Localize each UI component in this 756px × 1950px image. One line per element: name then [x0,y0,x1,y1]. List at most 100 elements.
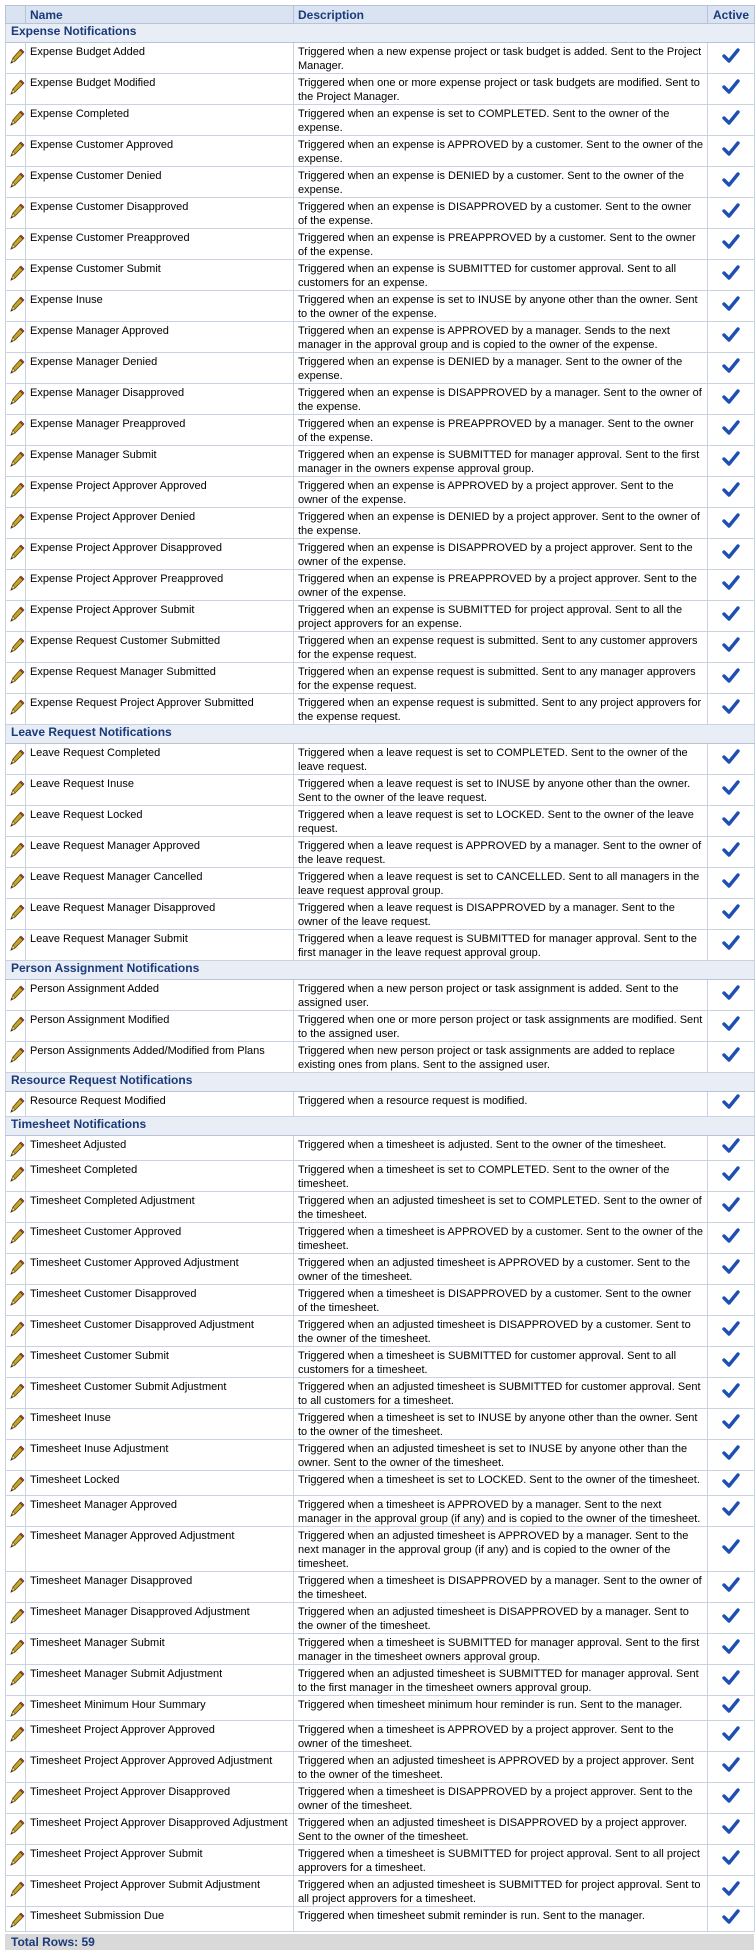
checkmark-icon[interactable] [722,842,740,861]
checkmark-icon[interactable] [722,544,740,563]
pencil-icon[interactable] [6,1787,25,1807]
checkmark-icon[interactable] [722,1608,740,1627]
pencil-icon[interactable] [6,1475,25,1495]
checkmark-icon[interactable] [722,1473,740,1492]
pencil-icon[interactable] [6,1165,25,1185]
pencil-icon[interactable] [6,450,25,470]
checkmark-icon[interactable] [722,327,740,346]
checkmark-icon[interactable] [722,296,740,315]
pencil-icon[interactable] [6,1669,25,1689]
checkmark-icon[interactable] [722,1501,740,1520]
checkmark-icon[interactable] [722,811,740,830]
checkmark-icon[interactable] [722,1639,740,1658]
pencil-icon[interactable] [6,1531,25,1551]
checkmark-icon[interactable] [722,1321,740,1340]
pencil-icon[interactable] [6,1413,25,1433]
checkmark-icon[interactable] [722,606,740,625]
pencil-icon[interactable] [6,1849,25,1869]
checkmark-icon[interactable] [722,1819,740,1838]
checkmark-icon[interactable] [722,1881,740,1900]
pencil-icon[interactable] [6,1289,25,1309]
checkmark-icon[interactable] [722,1539,740,1558]
pencil-icon[interactable] [6,543,25,563]
checkmark-icon[interactable] [722,110,740,129]
pencil-icon[interactable] [6,1880,25,1900]
pencil-icon[interactable] [6,1382,25,1402]
pencil-icon[interactable] [6,1607,25,1627]
checkmark-icon[interactable] [722,1909,740,1928]
checkmark-icon[interactable] [722,1757,740,1776]
checkmark-icon[interactable] [722,1788,740,1807]
pencil-icon[interactable] [6,481,25,501]
pencil-icon[interactable] [6,171,25,191]
pencil-icon[interactable] [6,1258,25,1278]
checkmark-icon[interactable] [722,141,740,160]
pencil-icon[interactable] [6,1576,25,1596]
pencil-icon[interactable] [6,1638,25,1658]
checkmark-icon[interactable] [722,1383,740,1402]
checkmark-icon[interactable] [722,1414,740,1433]
pencil-icon[interactable] [6,984,25,1004]
pencil-icon[interactable] [6,1756,25,1776]
pencil-icon[interactable] [6,779,25,799]
pencil-icon[interactable] [6,1015,25,1035]
checkmark-icon[interactable] [722,1698,740,1717]
pencil-icon[interactable] [6,1911,25,1931]
pencil-icon[interactable] [6,140,25,160]
checkmark-icon[interactable] [722,1016,740,1035]
pencil-icon[interactable] [6,1725,25,1745]
checkmark-icon[interactable] [722,172,740,191]
pencil-icon[interactable] [6,1320,25,1340]
checkmark-icon[interactable] [722,699,740,718]
checkmark-icon[interactable] [722,637,740,656]
description-column-header[interactable]: Description [293,5,708,24]
pencil-icon[interactable] [6,233,25,253]
checkmark-icon[interactable] [722,234,740,253]
checkmark-icon[interactable] [722,420,740,439]
checkmark-icon[interactable] [722,203,740,222]
pencil-icon[interactable] [6,264,25,284]
checkmark-icon[interactable] [722,1047,740,1066]
pencil-icon[interactable] [6,326,25,346]
checkmark-icon[interactable] [722,1166,740,1185]
checkmark-icon[interactable] [722,749,740,768]
pencil-icon[interactable] [6,1096,25,1116]
checkmark-icon[interactable] [722,1094,740,1113]
pencil-icon[interactable] [6,47,25,67]
pencil-icon[interactable] [6,1818,25,1838]
pencil-icon[interactable] [6,810,25,830]
checkmark-icon[interactable] [722,451,740,470]
checkmark-icon[interactable] [722,1352,740,1371]
pencil-icon[interactable] [6,1227,25,1247]
checkmark-icon[interactable] [722,513,740,532]
checkmark-icon[interactable] [722,1197,740,1216]
checkmark-icon[interactable] [722,265,740,284]
checkmark-icon[interactable] [722,389,740,408]
pencil-icon[interactable] [6,357,25,377]
pencil-icon[interactable] [6,841,25,861]
pencil-icon[interactable] [6,1444,25,1464]
checkmark-icon[interactable] [722,873,740,892]
pencil-icon[interactable] [6,1140,25,1160]
checkmark-icon[interactable] [722,1850,740,1869]
checkmark-icon[interactable] [722,780,740,799]
checkmark-icon[interactable] [722,1726,740,1745]
checkmark-icon[interactable] [722,668,740,687]
checkmark-icon[interactable] [722,1445,740,1464]
pencil-icon[interactable] [6,574,25,594]
pencil-icon[interactable] [6,1196,25,1216]
checkmark-icon[interactable] [722,575,740,594]
active-column-header[interactable]: Active [707,5,755,24]
pencil-icon[interactable] [6,1500,25,1520]
pencil-icon[interactable] [6,202,25,222]
pencil-icon[interactable] [6,698,25,718]
pencil-icon[interactable] [6,78,25,98]
pencil-icon[interactable] [6,1046,25,1066]
checkmark-icon[interactable] [722,48,740,67]
checkmark-icon[interactable] [722,1228,740,1247]
pencil-icon[interactable] [6,748,25,768]
checkmark-icon[interactable] [722,358,740,377]
pencil-icon[interactable] [6,1351,25,1371]
pencil-icon[interactable] [6,419,25,439]
pencil-icon[interactable] [6,636,25,656]
